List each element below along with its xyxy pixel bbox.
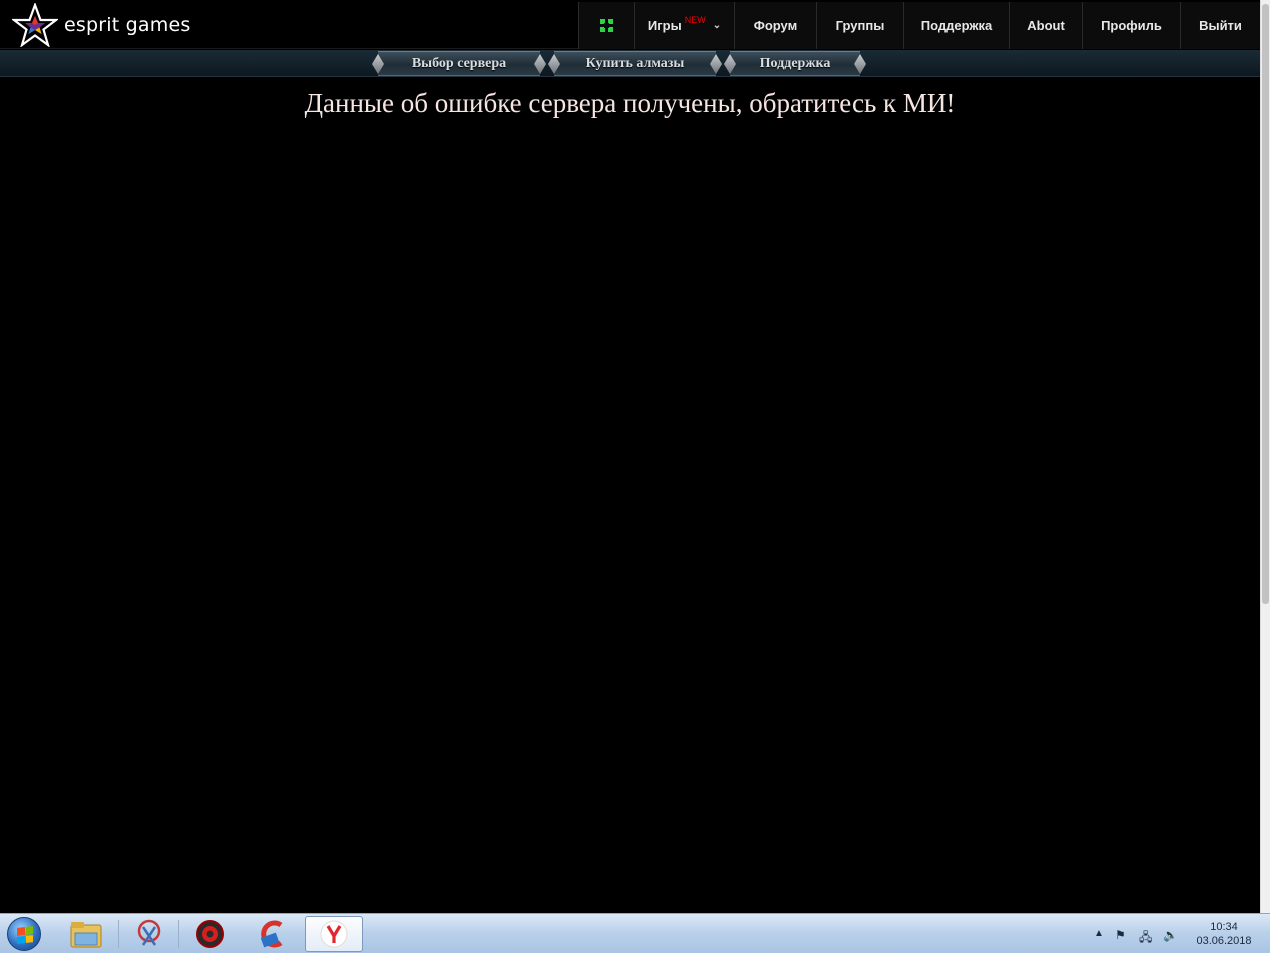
buy-diamonds-button[interactable]: Купить алмазы bbox=[554, 51, 716, 76]
fullscreen-icon bbox=[600, 19, 613, 32]
nav-support[interactable]: Поддержка bbox=[903, 2, 1009, 49]
taskbar-clock[interactable]: 10:34 03.06.2018 bbox=[1190, 920, 1258, 948]
nav-profile-label: Профиль bbox=[1101, 18, 1162, 33]
browser-viewport: esprit games Игры NEW ⌄ Форум Группы Под… bbox=[0, 0, 1260, 913]
server-select-button[interactable]: Выбор сервера bbox=[378, 51, 540, 76]
start-button[interactable] bbox=[3, 916, 45, 952]
new-badge: NEW bbox=[684, 14, 706, 25]
nav-profile[interactable]: Профиль bbox=[1082, 2, 1180, 49]
nav-about-label: About bbox=[1027, 18, 1065, 33]
taskbar-security-app[interactable] bbox=[181, 916, 239, 952]
nav-logout-label: Выйти bbox=[1199, 18, 1242, 33]
nav-groups-label: Группы bbox=[835, 18, 885, 33]
nav-logout[interactable]: Выйти bbox=[1180, 2, 1260, 49]
logo-text: esprit games bbox=[64, 14, 191, 36]
vertical-scrollbar[interactable] bbox=[1260, 0, 1270, 913]
nav-games[interactable]: Игры NEW ⌄ bbox=[634, 2, 734, 49]
snipping-tool-icon bbox=[137, 919, 161, 946]
nav-groups[interactable]: Группы bbox=[816, 2, 903, 49]
esprit-games-logo[interactable]: esprit games bbox=[12, 3, 191, 47]
error-message: Данные об ошибке сервера получены, обрат… bbox=[304, 88, 956, 118]
windows-start-icon bbox=[7, 917, 41, 951]
nav-games-label: Игры bbox=[647, 18, 682, 33]
show-hidden-icons-icon[interactable]: ▲ bbox=[1094, 928, 1104, 939]
yandex-browser-icon bbox=[320, 920, 348, 948]
security-app-icon bbox=[196, 920, 224, 948]
action-center-flag-icon[interactable]: ⚑ bbox=[1115, 928, 1126, 942]
nav-about[interactable]: About bbox=[1009, 2, 1082, 49]
buy-diamonds-label: Купить алмазы bbox=[585, 55, 685, 71]
nav-forum-label: Форум bbox=[753, 18, 798, 33]
clock-time: 10:34 bbox=[1210, 921, 1238, 933]
nav-menu: Игры NEW ⌄ Форум Группы Поддержка About … bbox=[578, 2, 1260, 49]
chevron-down-icon: ⌄ bbox=[712, 20, 722, 31]
ccleaner-icon bbox=[260, 920, 283, 948]
scrollbar-thumb[interactable] bbox=[1262, 4, 1269, 604]
top-navigation: esprit games Игры NEW ⌄ Форум Группы Под… bbox=[0, 2, 1260, 49]
taskbar-yandex-browser[interactable] bbox=[305, 916, 363, 952]
server-select-label: Выбор сервера bbox=[411, 55, 507, 71]
support-label: Поддержка bbox=[759, 55, 831, 71]
taskbar-explorer[interactable] bbox=[57, 916, 115, 952]
clock-date: 03.06.2018 bbox=[1196, 935, 1252, 947]
star-logo-icon bbox=[12, 3, 58, 47]
windows-explorer-icon bbox=[70, 922, 102, 948]
fullscreen-button[interactable] bbox=[578, 2, 634, 49]
volume-icon[interactable]: 🔈 bbox=[1163, 928, 1178, 942]
network-icon[interactable]: 🖧 bbox=[1139, 928, 1152, 949]
windows-taskbar: ▲ ⚑ 🖧 🔈 10:34 03.06.2018 bbox=[0, 913, 1270, 953]
support-button[interactable]: Поддержка bbox=[730, 51, 860, 76]
taskbar-snipping-tool[interactable] bbox=[120, 916, 178, 952]
nav-forum[interactable]: Форум bbox=[734, 2, 816, 49]
taskbar-ccleaner[interactable] bbox=[243, 916, 301, 952]
nav-support-label: Поддержка bbox=[920, 18, 993, 33]
sub-navigation: Выбор сервера Купить алмазы Поддержка bbox=[0, 50, 1260, 77]
